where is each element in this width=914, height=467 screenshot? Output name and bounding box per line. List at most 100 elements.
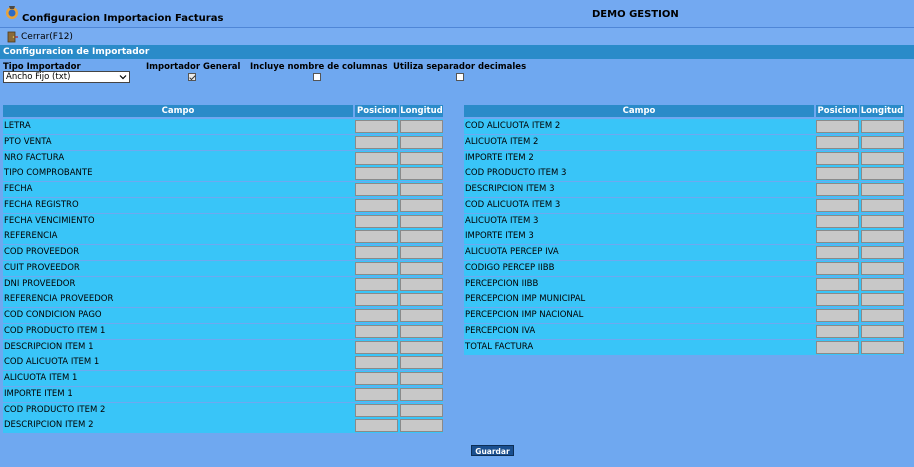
table-row: PERCEPCION IMP MUNICIPAL: [464, 292, 904, 308]
longitud-input[interactable]: [400, 324, 443, 338]
field-name: COD ALICUOTA ITEM 2: [465, 121, 561, 131]
posicion-input[interactable]: [816, 309, 859, 322]
posicion-input[interactable]: [816, 324, 859, 338]
column-header-longitud: Longitud: [400, 105, 443, 117]
field-name: PERCEPCION IMP NACIONAL: [465, 310, 584, 320]
posicion-input[interactable]: [816, 261, 859, 275]
longitud-input[interactable]: [861, 135, 904, 149]
posicion-input[interactable]: [816, 120, 859, 133]
save-button[interactable]: Guardar: [471, 445, 514, 456]
separador-decimales-checkbox[interactable]: [456, 73, 464, 81]
longitud-input[interactable]: [861, 246, 904, 259]
longitud-input[interactable]: [400, 403, 443, 417]
longitud-input[interactable]: [861, 293, 904, 307]
close-label: Cerrar(F12): [21, 31, 73, 42]
field-name: PTO VENTA: [4, 136, 52, 147]
longitud-input[interactable]: [400, 214, 443, 228]
posicion-input[interactable]: [355, 230, 398, 244]
longitud-input[interactable]: [400, 120, 443, 133]
posicion-input[interactable]: [355, 214, 398, 228]
longitud-input[interactable]: [400, 198, 443, 212]
posicion-input[interactable]: [355, 387, 398, 401]
importador-general-label: Importador General: [146, 62, 241, 72]
longitud-input[interactable]: [400, 356, 443, 370]
title-bar: Configuracion Importacion Facturas DEMO …: [0, 0, 914, 28]
posicion-input[interactable]: [816, 167, 859, 181]
longitud-input[interactable]: [861, 340, 904, 354]
posicion-input[interactable]: [816, 277, 859, 291]
longitud-input[interactable]: [400, 183, 443, 196]
longitud-input[interactable]: [400, 151, 443, 165]
longitud-input[interactable]: [400, 277, 443, 291]
longitud-input[interactable]: [861, 277, 904, 291]
longitud-input[interactable]: [861, 309, 904, 322]
posicion-input[interactable]: [355, 198, 398, 212]
longitud-input[interactable]: [861, 151, 904, 165]
longitud-input[interactable]: [861, 198, 904, 212]
table-row: PTO VENTA: [3, 134, 443, 150]
field-name: REFERENCIA PROVEEDOR: [4, 294, 114, 305]
posicion-input[interactable]: [816, 135, 859, 149]
posicion-input[interactable]: [355, 309, 398, 322]
field-name: REFERENCIA: [4, 231, 58, 242]
longitud-input[interactable]: [400, 135, 443, 149]
posicion-input[interactable]: [816, 246, 859, 259]
posicion-input[interactable]: [355, 151, 398, 165]
posicion-input[interactable]: [355, 293, 398, 307]
posicion-input[interactable]: [355, 167, 398, 181]
field-name: IMPORTE ITEM 3: [465, 231, 534, 242]
posicion-input[interactable]: [355, 183, 398, 196]
longitud-input[interactable]: [861, 230, 904, 244]
field-name: COD ALICUOTA ITEM 1: [4, 357, 100, 368]
posicion-input[interactable]: [355, 372, 398, 385]
tipo-importador-select[interactable]: Ancho Fijo (txt): [3, 71, 130, 83]
table-row: COD ALICUOTA ITEM 2: [464, 119, 904, 134]
app-logo-icon: [6, 6, 18, 19]
longitud-input[interactable]: [861, 261, 904, 275]
posicion-input[interactable]: [816, 214, 859, 228]
longitud-input[interactable]: [861, 324, 904, 338]
longitud-input[interactable]: [400, 309, 443, 322]
posicion-input[interactable]: [355, 403, 398, 417]
longitud-input[interactable]: [400, 293, 443, 307]
table-row: IMPORTE ITEM 1: [3, 386, 443, 402]
longitud-input[interactable]: [400, 246, 443, 259]
close-button[interactable]: Cerrar(F12): [6, 30, 73, 43]
posicion-input[interactable]: [355, 356, 398, 370]
posicion-input[interactable]: [816, 151, 859, 165]
table-row: IMPORTE ITEM 2: [464, 150, 904, 166]
longitud-input[interactable]: [400, 387, 443, 401]
posicion-input[interactable]: [816, 340, 859, 354]
table-row: COD PRODUCTO ITEM 1: [3, 323, 443, 339]
field-name: CUIT PROVEEDOR: [4, 262, 80, 273]
longitud-input[interactable]: [400, 167, 443, 181]
field-name: COD PRODUCTO ITEM 1: [4, 325, 106, 336]
importador-general-checkbox[interactable]: [188, 73, 196, 81]
longitud-input[interactable]: [861, 214, 904, 228]
column-header-longitud: Longitud: [860, 105, 904, 117]
longitud-input[interactable]: [861, 120, 904, 133]
table-row: LETRA: [3, 119, 443, 134]
longitud-input[interactable]: [400, 261, 443, 275]
field-name: ALICUOTA ITEM 3: [465, 215, 539, 226]
posicion-input[interactable]: [355, 340, 398, 354]
column-header-campo: Campo: [3, 105, 353, 117]
posicion-input[interactable]: [355, 277, 398, 291]
posicion-input[interactable]: [355, 324, 398, 338]
posicion-input[interactable]: [355, 261, 398, 275]
posicion-input[interactable]: [355, 120, 398, 133]
posicion-input[interactable]: [816, 198, 859, 212]
longitud-input[interactable]: [861, 183, 904, 196]
posicion-input[interactable]: [816, 183, 859, 196]
posicion-input[interactable]: [816, 293, 859, 307]
longitud-input[interactable]: [400, 419, 443, 433]
longitud-input[interactable]: [400, 340, 443, 354]
posicion-input[interactable]: [355, 419, 398, 433]
longitud-input[interactable]: [400, 372, 443, 385]
incluye-columnas-checkbox[interactable]: [313, 73, 321, 81]
longitud-input[interactable]: [400, 230, 443, 244]
posicion-input[interactable]: [355, 135, 398, 149]
posicion-input[interactable]: [355, 246, 398, 259]
longitud-input[interactable]: [861, 167, 904, 181]
posicion-input[interactable]: [816, 230, 859, 244]
